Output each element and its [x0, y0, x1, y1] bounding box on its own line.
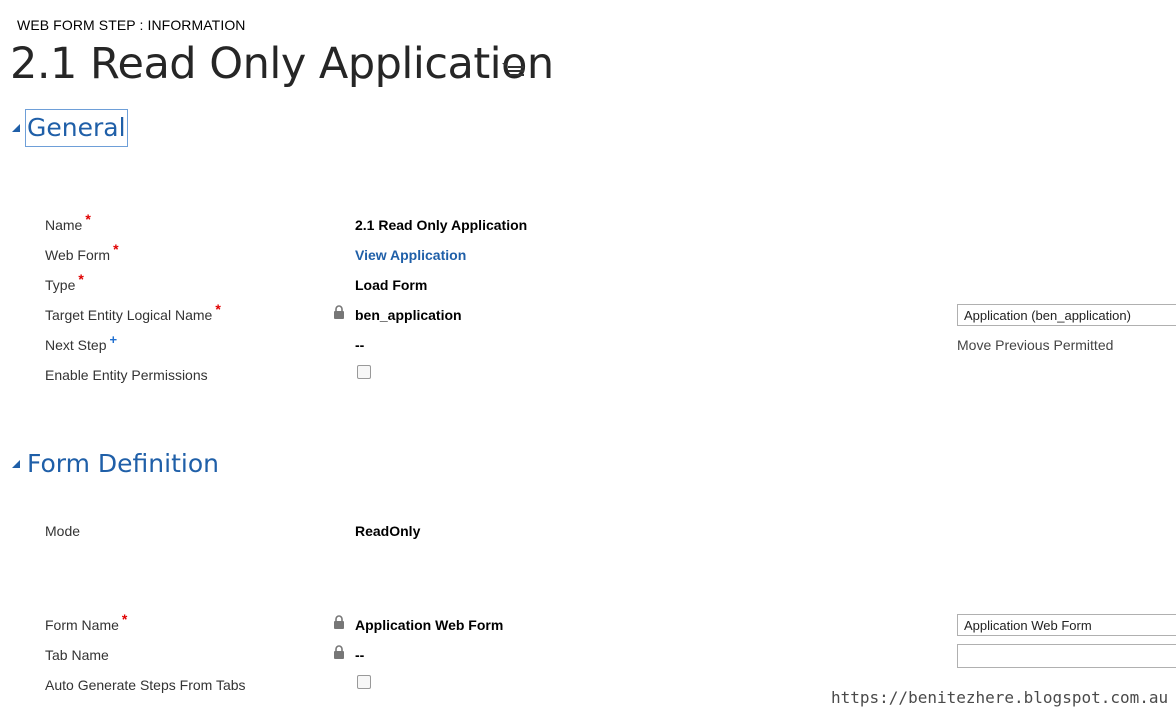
enable-permissions-checkbox[interactable]: [357, 365, 371, 379]
recommended-marker: +: [109, 332, 118, 347]
field-label-next-step: Next Step +: [45, 332, 118, 353]
entity-label: WEB FORM STEP : INFORMATION: [17, 17, 246, 33]
web-form-link[interactable]: View Application: [355, 247, 466, 263]
field-label-tab-name: Tab Name: [45, 647, 109, 663]
field-value-type[interactable]: Load Form: [355, 277, 427, 293]
field-value-form-name: Application Web Form: [355, 617, 504, 633]
field-label-name: Name *: [45, 211, 91, 233]
lock-icon: [334, 645, 344, 659]
field-label-form-name: Form Name *: [45, 611, 128, 633]
field-row-tab-name: Tab Name --: [0, 641, 1176, 671]
field-label-auto-generate: Auto Generate Steps From Tabs: [45, 677, 246, 693]
auto-generate-checkbox[interactable]: [357, 675, 371, 689]
field-label-target-entity: Target Entity Logical Name *: [45, 301, 221, 323]
field-value-target-entity: ben_application: [355, 307, 462, 323]
field-label-enable-permissions: Enable Entity Permissions: [45, 367, 208, 383]
field-row-mode: Mode ReadOnly: [0, 517, 1176, 547]
required-marker: *: [78, 271, 84, 287]
field-label-mode: Mode: [45, 523, 81, 539]
lock-icon: [334, 305, 344, 319]
field-row-target-entity: Target Entity Logical Name * ben_applicat…: [0, 301, 1176, 331]
required-marker: *: [121, 611, 128, 627]
required-marker: *: [85, 211, 91, 227]
field-row-form-name: Form Name * Application Web Form Applicat…: [0, 611, 1176, 641]
field-row-type: Type * Load Form: [0, 271, 1176, 301]
field-row-web-form: Web Form * View Application: [0, 241, 1176, 271]
section-title-general[interactable]: General: [25, 109, 128, 147]
section-title-form-definition[interactable]: Form Definition: [26, 446, 220, 482]
field-row-next-step: Next Step + -- Move Previous Permitted: [0, 331, 1176, 361]
tab-name-side-field[interactable]: [957, 644, 1176, 668]
field-row-name: Name * 2.1 Read Only Application: [0, 211, 1176, 241]
field-value-mode[interactable]: ReadOnly: [355, 523, 420, 539]
record-title: 2.1 Read Only Application: [10, 39, 554, 89]
field-label-type: Type *: [45, 271, 84, 293]
watermark: https://benitezhere.blogspot.com.au: [831, 688, 1169, 707]
field-value-next-step[interactable]: --: [355, 337, 364, 353]
collapse-triangle-icon[interactable]: [11, 123, 21, 133]
collapse-triangle-icon[interactable]: [11, 459, 21, 469]
target-entity-side-field[interactable]: Application (ben_application): [957, 304, 1176, 326]
field-value-tab-name: --: [355, 647, 365, 663]
required-marker: *: [215, 301, 221, 317]
lock-icon: [334, 615, 344, 629]
field-row-enable-permissions: Enable Entity Permissions: [0, 361, 1176, 391]
field-value-name[interactable]: 2.1 Read Only Application: [355, 217, 527, 233]
list-menu-icon[interactable]: [502, 60, 526, 78]
field-label-web-form: Web Form *: [45, 241, 119, 263]
form-page: WEB FORM STEP : INFORMATION 2.1 Read Onl…: [0, 0, 1176, 717]
move-previous-permitted-label: Move Previous Permitted: [957, 337, 1114, 353]
form-name-side-field[interactable]: Application Web Form: [957, 614, 1176, 636]
required-marker: *: [113, 241, 119, 257]
